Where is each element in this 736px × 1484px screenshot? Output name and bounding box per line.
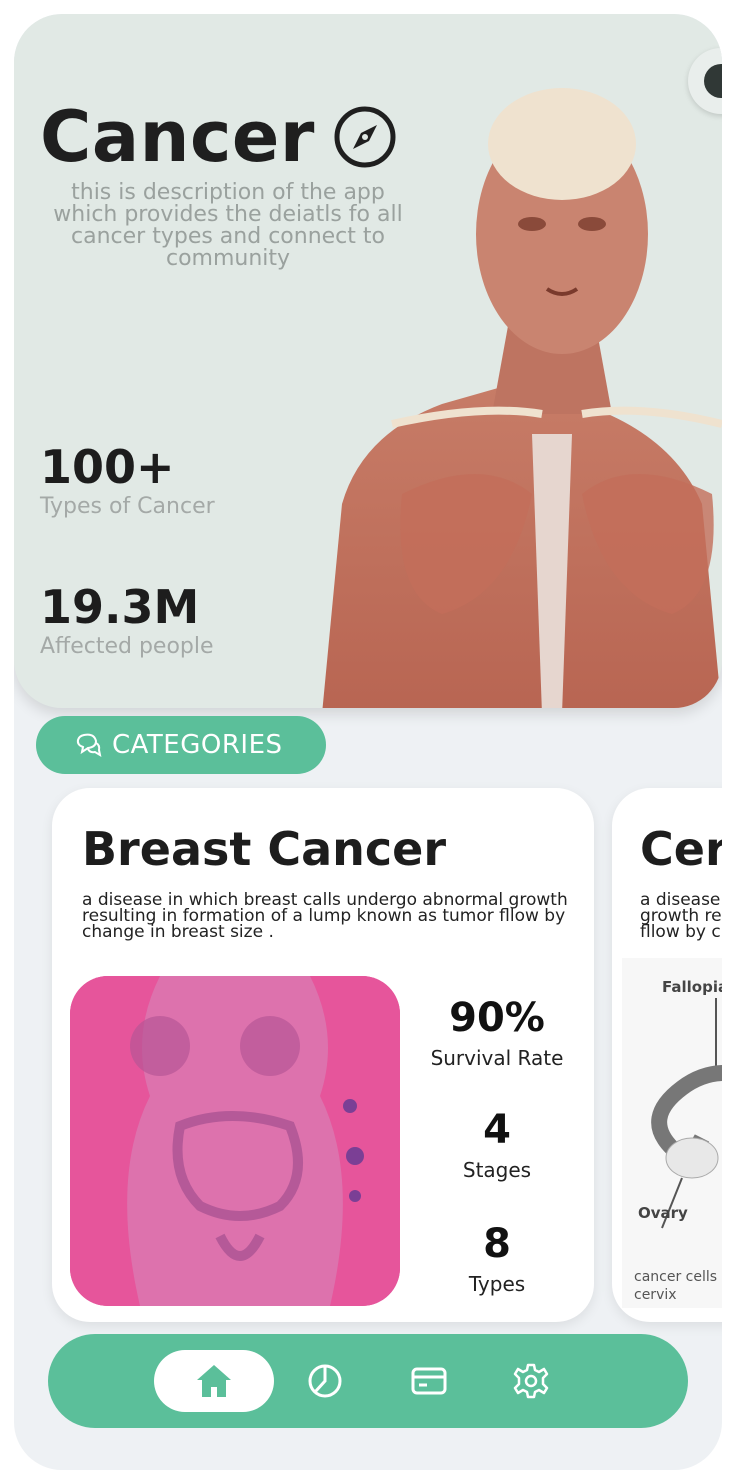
stat-cancer-types: 100+ Types of Cancer	[40, 444, 215, 519]
app-description: this is description of the app which pro…	[53, 180, 403, 271]
metric-label: Stages	[462, 1158, 532, 1182]
credit-card-icon	[411, 1367, 447, 1395]
card-title: Cer	[640, 822, 722, 876]
stat-affected-people: 19.3M Affected people	[40, 584, 214, 659]
metric-value: 90%	[449, 995, 545, 1041]
hero-card: Cancer this is description of the app wh…	[14, 14, 722, 708]
categories-label: CATEGORIES	[112, 730, 283, 760]
cervical-anatomy-image: Fallopia Ovary cancer cells at cervix	[622, 958, 722, 1308]
home-icon	[197, 1365, 231, 1397]
app-title: Cancer	[40, 96, 315, 178]
chat-bubbles-icon	[76, 733, 102, 758]
card-description: a disease in which breast calls undergo …	[82, 890, 568, 942]
card-title: Breast Cancer	[82, 822, 447, 876]
stat-value: 100+	[40, 440, 175, 494]
stat-label: Affected people	[40, 634, 214, 659]
nav-stats[interactable]	[294, 1350, 356, 1412]
category-card-cervical-cancer[interactable]: Cer a disease growth re fllow by c Fallo…	[612, 788, 722, 1322]
metric-label: Types	[468, 1272, 526, 1296]
breast-cancer-anatomy-image	[70, 976, 400, 1306]
compass-icon[interactable]	[333, 105, 397, 169]
metric-value: 8	[483, 1221, 511, 1267]
app-screen: Cancer this is description of the app wh…	[14, 14, 722, 1470]
metric-types: 8 Types	[412, 1224, 582, 1296]
cervix-label: cancer cells at cervix	[634, 1269, 722, 1303]
nav-payments[interactable]	[398, 1350, 460, 1412]
ovary-label: Ovary	[638, 1204, 688, 1222]
card-description: a disease growth re fllow by c	[640, 890, 722, 942]
nav-home[interactable]	[154, 1350, 274, 1412]
stat-value: 19.3M	[40, 580, 200, 634]
metric-survival-rate: 90% Survival Rate	[412, 998, 582, 1070]
pie-chart-icon	[308, 1364, 342, 1398]
metric-value: 4	[483, 1107, 511, 1153]
bottom-navigation	[48, 1334, 688, 1428]
settings-icon	[513, 1363, 549, 1399]
profile-icon	[704, 64, 722, 98]
metric-label: Survival Rate	[430, 1046, 564, 1070]
fallopian-label: Fallopia	[662, 978, 722, 996]
category-card-breast-cancer[interactable]: Breast Cancer a disease in which breast …	[52, 788, 594, 1322]
metric-stages: 4 Stages	[412, 1110, 582, 1182]
stat-label: Types of Cancer	[40, 494, 215, 519]
nav-settings[interactable]	[500, 1350, 562, 1412]
categories-button[interactable]: CATEGORIES	[36, 716, 326, 774]
